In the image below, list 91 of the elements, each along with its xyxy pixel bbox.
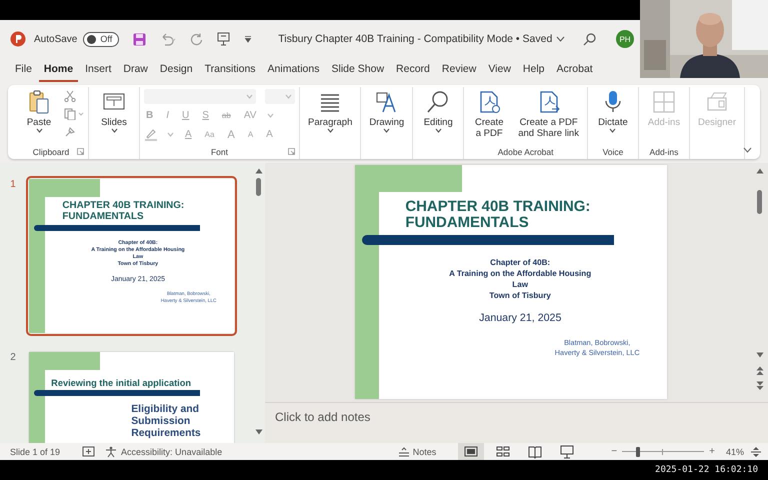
slide-date: January 21, 2025 [478, 312, 562, 324]
slide-thumbnail[interactable]: Reviewing the initial application Eligibility and Submission Requirements [26, 348, 238, 443]
slide-count: Slide 1 of 19 [10, 446, 60, 456]
clipboard-icon [27, 90, 51, 114]
dialog-launcher-icon[interactable] [288, 148, 295, 155]
magnifier-icon [426, 90, 450, 114]
brush-icon[interactable] [64, 126, 76, 138]
slide-number: 2 [9, 350, 17, 365]
dictate-button[interactable]: Dictate [592, 87, 634, 135]
notes-page-icon[interactable] [82, 446, 96, 458]
zoom-out-button[interactable]: − [608, 446, 620, 457]
scroll-down-icon[interactable] [756, 352, 764, 358]
menu-tab[interactable]: Insert [80, 63, 116, 82]
accessibility-status[interactable]: Accessibility: Unavailable [121, 446, 222, 456]
group-label: Adobe Acrobat [498, 147, 554, 157]
caret-icon [285, 94, 292, 99]
scrollbar-thumb[interactable] [256, 178, 261, 196]
zoom-in-button[interactable]: + [706, 446, 718, 457]
group-label: Voice [602, 147, 624, 157]
user-avatar[interactable]: PH [616, 30, 634, 48]
zoom-percentage[interactable]: 41% [726, 446, 744, 456]
paragraph-button[interactable]: Paragraph [304, 87, 356, 135]
scroll-up-icon[interactable] [756, 168, 764, 174]
customize-caret-icon[interactable] [244, 35, 252, 43]
fit-slide-icon[interactable] [750, 446, 762, 458]
create-pdf-button[interactable]: Create a PDF [468, 87, 510, 141]
app-logo-icon [10, 31, 26, 47]
caret-icon [36, 128, 42, 133]
caret-icon [326, 128, 334, 133]
group-label: Clipboard [32, 147, 70, 157]
next-slide-icon[interactable] [756, 381, 764, 391]
previous-slide-icon[interactable] [756, 366, 764, 376]
recording-timestamp: 2025-01-22 16:02:10 [655, 465, 758, 475]
accessibility-icon[interactable] [105, 446, 118, 458]
editing-button[interactable]: Editing [417, 87, 460, 135]
slide-body-text: Eligibility and Submission Requirements [131, 404, 202, 440]
reading-view-icon [528, 444, 542, 458]
menu-tab[interactable]: Slide Show [326, 63, 390, 82]
notes-icon [398, 446, 410, 456]
document-title[interactable]: Tisbury Chapter 40B Training - Compatibility Mode • Saved [278, 33, 552, 45]
slides-button[interactable]: Slides [93, 87, 135, 135]
copy-icon[interactable] [64, 108, 84, 120]
caret-icon [267, 113, 274, 118]
group-label: Font [210, 147, 228, 157]
paste-button[interactable]: Paste [18, 87, 60, 135]
redo-icon[interactable] [190, 32, 204, 46]
search-icon[interactable] [583, 32, 596, 46]
scissors-icon[interactable] [64, 90, 76, 102]
save-icon[interactable] [133, 32, 146, 46]
collapse-ribbon-icon[interactable] [743, 147, 752, 153]
slideshow-icon [560, 444, 574, 458]
caret-icon [434, 128, 442, 133]
caret-icon [383, 128, 390, 133]
menu-tab[interactable]: File [10, 63, 37, 82]
menu-tab[interactable]: Transitions [200, 63, 261, 82]
autosave-label: AutoSave [34, 34, 78, 44]
scroll-up-icon[interactable] [255, 168, 263, 174]
undo-icon[interactable] [160, 32, 176, 46]
view-button[interactable] [458, 443, 484, 460]
chevron-down-icon[interactable] [556, 36, 566, 42]
caret-icon [246, 94, 253, 99]
scrollbar-thumb[interactable] [757, 190, 762, 214]
caret-icon [110, 128, 118, 133]
notes-button[interactable]: Notes [398, 446, 436, 456]
presentation-icon[interactable] [217, 32, 230, 46]
slide-title: CHAPTER 40B TRAINING: FUNDAMENTALS [405, 198, 592, 232]
group-label: Add-ins [650, 147, 678, 157]
menu-tab[interactable]: Review [436, 63, 482, 82]
slide-title: CHAPTER 40B TRAINING: FUNDAMENTALS [62, 201, 186, 223]
slide-title: Reviewing the initial application [51, 378, 192, 388]
menu-tab[interactable]: Design [154, 63, 198, 82]
grid-icon [652, 90, 676, 114]
menu-tab[interactable]: View [483, 63, 516, 82]
scroll-down-icon[interactable] [255, 429, 263, 435]
menu-tab[interactable]: Acrobat [552, 63, 598, 82]
slide-number: 1 [9, 178, 17, 192]
caret-icon [609, 128, 616, 133]
normal-view-icon [464, 444, 478, 458]
dialog-launcher-icon[interactable] [77, 148, 84, 155]
caret-icon [167, 132, 174, 137]
autosave-toggle[interactable]: Off [83, 32, 120, 46]
menu-tab[interactable]: Record [391, 63, 435, 82]
drawing-button[interactable]: Drawing [365, 87, 408, 135]
menu-tab[interactable]: Animations [262, 63, 324, 82]
menu-tab[interactable]: Help [518, 63, 550, 82]
slide-subtitle: Chapter of 40B: A Training on the Affordable Housing Law Town of Tisbury [448, 257, 592, 302]
slide-sorter-icon [496, 444, 510, 458]
menu-tab[interactable]: Draw [118, 63, 153, 82]
share-pdf-button[interactable]: Create a PDF and Share link [514, 87, 583, 141]
notes-field[interactable]: Click to add notes [265, 402, 768, 443]
zoom-slider-thumb[interactable] [636, 446, 640, 456]
